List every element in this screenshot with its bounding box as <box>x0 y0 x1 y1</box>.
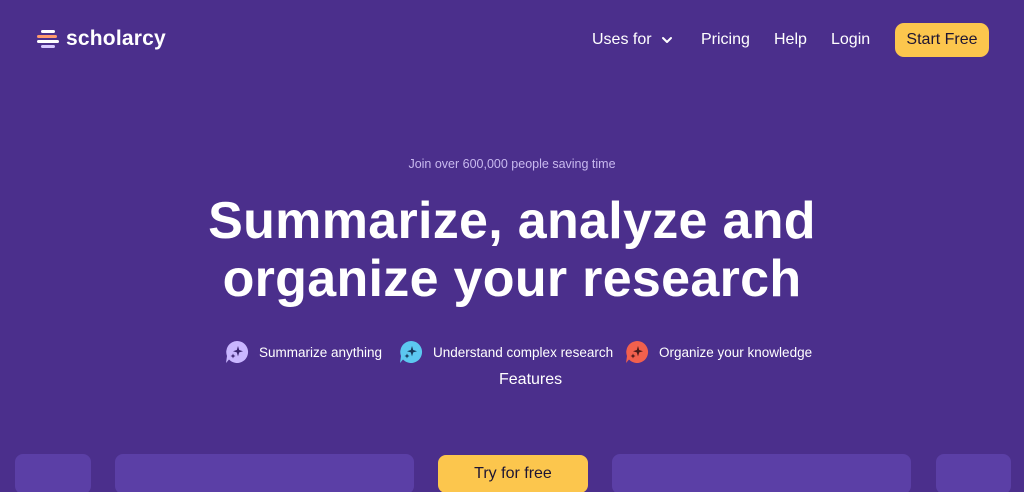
feature-understand: Understand complex research <box>399 340 613 364</box>
chevron-down-icon <box>661 37 672 43</box>
preview-card <box>936 454 1011 492</box>
preview-card <box>612 454 911 492</box>
try-for-free-button[interactable]: Try for free <box>438 455 588 492</box>
feature-organize: Organize your knowledge <box>625 340 812 364</box>
feature-label: Summarize anything <box>259 344 383 360</box>
sparkle-bubble-icon <box>626 340 649 363</box>
nav-link-features[interactable]: Features <box>499 371 1024 397</box>
feature-summarize: Summarize anything <box>225 340 382 364</box>
headline-line-1: Summarize, analyze and <box>208 192 816 250</box>
logo-icon <box>37 27 61 51</box>
top-navigation: scholarcy Features Uses for Pricing Help… <box>0 0 1024 388</box>
headline-line-2: organize your research <box>222 250 802 308</box>
nav-link-uses-for[interactable]: Uses for <box>592 31 673 49</box>
hero-eyebrow: Join over 600,000 people saving time <box>408 157 616 171</box>
preview-card <box>115 454 414 492</box>
feature-label: Organize your knowledge <box>659 344 813 360</box>
hero-headline: Summarize, analyze and organize your res… <box>0 192 1024 308</box>
start-free-button[interactable]: Start Free <box>895 23 989 57</box>
sparkle-bubble-icon <box>400 340 423 363</box>
brand-logo[interactable]: scholarcy <box>37 27 166 51</box>
nav-link-help[interactable]: Help <box>774 31 807 49</box>
feature-label: Understand complex research <box>433 344 614 360</box>
brand-name: scholarcy <box>66 27 166 50</box>
sparkle-bubble-icon <box>226 340 249 363</box>
nav-link-pricing[interactable]: Pricing <box>701 31 750 49</box>
nav-link-login[interactable]: Login <box>831 31 870 49</box>
feature-highlights: Summarize anything Understand complex re… <box>0 340 1024 366</box>
preview-card <box>15 454 91 492</box>
nav-link-uses-for-label: Uses for <box>592 31 652 48</box>
